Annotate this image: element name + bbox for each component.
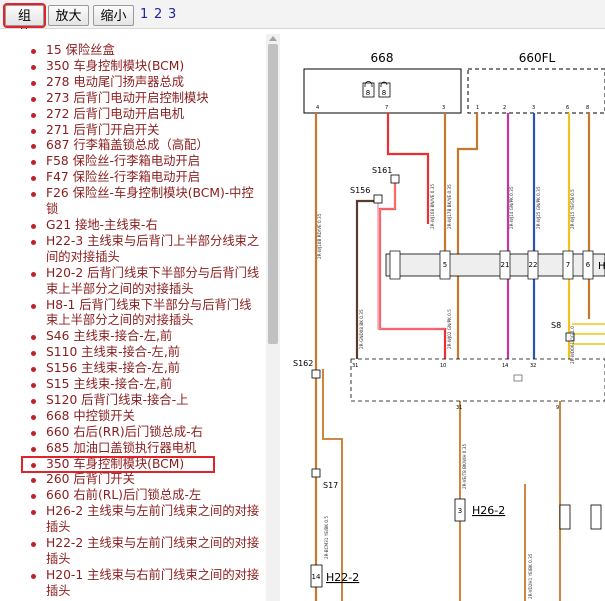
pin-label: 1 — [476, 105, 479, 111]
component-660fl-label: 660FL — [519, 51, 556, 65]
pin-label: 4 — [316, 105, 319, 111]
component-list-item[interactable]: S110 主线束-接合-左,前 — [0, 345, 266, 361]
pin-label: 3 — [458, 507, 462, 515]
pin-label: 14 — [312, 573, 321, 581]
components-button[interactable]: 组件 — [3, 3, 46, 43]
component-list-item[interactable]: 350 车身控制模块(BCM) — [0, 59, 266, 75]
pin-label: 10 — [440, 363, 446, 369]
wire-orange-3[interactable] — [456, 113, 479, 359]
svg-text:2R-WJ17B BK/VE 0.35: 2R-WJ17B BK/VE 0.35 — [447, 184, 452, 229]
splice-s8-label: S8 — [551, 321, 561, 330]
splice-s156-node[interactable] — [373, 194, 383, 204]
svg-text:2R-WJ15 YE/GN 0.5: 2R-WJ15 YE/GN 0.5 — [570, 189, 575, 229]
svg-text:2R-WJ10B RD/VE 0.35: 2R-WJ10B RD/VE 0.35 — [317, 213, 322, 259]
connector-right-pin[interactable] — [590, 504, 602, 530]
splice-s156-label: S156 — [350, 186, 370, 195]
svg-text:2R-WJ14 GN/PK 0.35: 2R-WJ14 GN/PK 0.35 — [509, 186, 514, 229]
splice-s161-label: S161 — [372, 166, 392, 175]
pin-label: 2 — [503, 105, 506, 111]
connector-h-label: H — [598, 261, 605, 272]
zoom-out-button[interactable]: 缩小 — [93, 5, 134, 26]
component-list-item[interactable]: G21 接地-主线束-右 — [0, 218, 266, 234]
lock-icon: 8 — [362, 81, 375, 98]
component-list-item[interactable]: F58 保险丝-行李箱电动开启 — [0, 154, 266, 170]
page-link-3[interactable]: 3 — [168, 6, 176, 24]
component-list-item[interactable]: 660 右前(RL)后门锁总成-左 — [0, 488, 266, 504]
component-list-item[interactable]: 273 后背门电动开启控制模块 — [0, 91, 266, 107]
pin-label: 7 — [566, 261, 570, 269]
pin-label: 21 — [501, 261, 510, 269]
pin-label: 7 — [385, 105, 388, 111]
component-list-item[interactable]: S156 主线束-接合-左,前 — [0, 361, 266, 377]
component-list-item[interactable]: 685 加油口盖锁执行器电机 — [0, 441, 266, 457]
splice-s17-node[interactable] — [311, 468, 321, 478]
component-list-item[interactable]: 278 电动尾门扬声器总成 — [0, 75, 266, 91]
scrollbar[interactable] — [266, 34, 280, 601]
svg-text:8: 8 — [366, 89, 370, 97]
unlock-icon: 8 — [378, 81, 391, 98]
component-list-item[interactable]: 350 车身控制模块(BCM) — [21, 455, 215, 474]
svg-text:2R-VD2H1 YE/BK 0.35: 2R-VD2H1 YE/BK 0.35 — [528, 553, 533, 599]
bcm-module-box[interactable] — [350, 358, 605, 402]
connector-h26-2-label: H26-2 — [472, 504, 505, 517]
component-list-item[interactable]: H8-1 后背门线束下半部分与后背门线束上半部分之间的对接插头 — [0, 298, 266, 330]
component-list-item[interactable]: 660 右后(RR)后门锁总成-右 — [0, 425, 266, 441]
splice-s161-node[interactable] — [390, 174, 400, 184]
svg-text:8: 8 — [382, 89, 386, 97]
component-list-panel: 15 保险丝盒 350 车身控制模块(BCM) 278 电动尾门扬声器总成 273 后… — [0, 29, 282, 601]
component-668-label: 668 — [371, 51, 394, 65]
scroll-up-arrow-icon[interactable] — [269, 36, 277, 41]
svg-text:2R-VE/T8 BK/WH 0.35: 2R-VE/T8 BK/WH 0.35 — [462, 444, 467, 489]
wiring-diagram-svg: 668 660FL 8 8 4 7 3 1 2 3 6 8 S161 S156 … — [293, 51, 605, 601]
component-list-item[interactable]: F26 保险丝-车身控制模块(BCM)-中控锁 — [0, 186, 266, 218]
pin-label: 3 — [442, 105, 445, 111]
scrollbar-thumb[interactable] — [268, 44, 278, 344]
pin-label: 14 — [502, 363, 508, 369]
pin-label: 22 — [529, 261, 538, 269]
svg-text:2R-WJ02 GN/PK 0.5: 2R-WJ02 GN/PK 0.5 — [447, 309, 452, 349]
svg-text:2R-GND08 BK 0.35: 2R-GND08 BK 0.35 — [359, 309, 364, 349]
svg-text:2R-WJ25 GN/PK 0.35: 2R-WJ25 GN/PK 0.35 — [536, 186, 541, 229]
pin-label: 6 — [586, 261, 591, 269]
component-list-item[interactable]: H22-3 主线束与后背门上半部分线束之间的对接插头 — [0, 234, 266, 266]
component-list-item[interactable]: H20-2 后背门线束下半部分与后背门线束上半部分之间的对接插头 — [0, 266, 266, 298]
toolbar: 组件 放大 缩小 1 2 3 — [0, 0, 605, 43]
wiring-diagram[interactable]: 668 660FL 8 8 4 7 3 1 2 3 6 8 S161 S156 … — [282, 29, 605, 601]
component-list-item[interactable]: H20-1 主线束与右前门线束之间的对接插头 — [0, 568, 266, 600]
component-list-item[interactable]: F47 保险丝-行李箱电动开启 — [0, 170, 266, 186]
pin-label: 9 — [556, 405, 559, 411]
splice-s17-label: S17 — [323, 481, 338, 490]
splice-s162-label: S162 — [293, 359, 313, 368]
pin-label: 3 — [532, 105, 535, 111]
component-list-item[interactable]: 271 后背门开启开关 — [0, 123, 266, 139]
pin-label: 8 — [586, 105, 589, 111]
component-list-item[interactable]: 668 中控锁开关 — [0, 409, 266, 425]
component-list: 15 保险丝盒 350 车身控制模块(BCM) 278 电动尾门扬声器总成 273 后… — [0, 43, 266, 600]
pin-label: 6 — [566, 105, 569, 111]
pin-label: 31 — [352, 363, 358, 369]
component-list-item[interactable]: H22-2 主线束与左前门线束之间的对接插头 — [0, 536, 266, 568]
component-list-item[interactable]: 687 行李箱盖锁总成（高配） — [0, 138, 266, 154]
connector-right-pin[interactable] — [559, 504, 571, 530]
svg-text:2R-BCM31 YE/BK 0.5: 2R-BCM31 YE/BK 0.5 — [324, 516, 329, 559]
svg-text:2R-WJ168 BN/VE 0.35: 2R-WJ168 BN/VE 0.35 — [430, 184, 435, 229]
pin-label: 5 — [443, 261, 447, 269]
component-list-item[interactable]: 272 后背门电动开启电机 — [0, 107, 266, 123]
svg-text:2R-WD061 OG 1.0: 2R-WD061 OG 1.0 — [570, 326, 575, 364]
page-link-1[interactable]: 1 — [140, 6, 148, 24]
zoom-in-button[interactable]: 放大 — [48, 5, 89, 26]
component-list-item[interactable]: 260 后背门开关 — [0, 472, 266, 488]
component-list-item[interactable]: H26-2 主线束与左前门线束之间的对接插头 — [0, 504, 266, 536]
pin-label: 32 — [530, 363, 536, 369]
component-list-item[interactable]: S46 主线束-接合-左,前 — [0, 329, 266, 345]
component-list-item[interactable]: 15 保险丝盒 — [0, 43, 266, 59]
connector-h22-2-label: H22-2 — [326, 571, 359, 584]
splice-s162-node[interactable] — [311, 369, 321, 379]
component-list-item[interactable]: S15 主线束-接合-左,前 — [0, 377, 266, 393]
component-list-item[interactable]: S120 后背门线束-接合-上 — [0, 393, 266, 409]
component-660fl-box[interactable] — [467, 68, 605, 114]
pin-label: 31 — [456, 405, 462, 411]
page-link-2[interactable]: 2 — [154, 6, 162, 24]
